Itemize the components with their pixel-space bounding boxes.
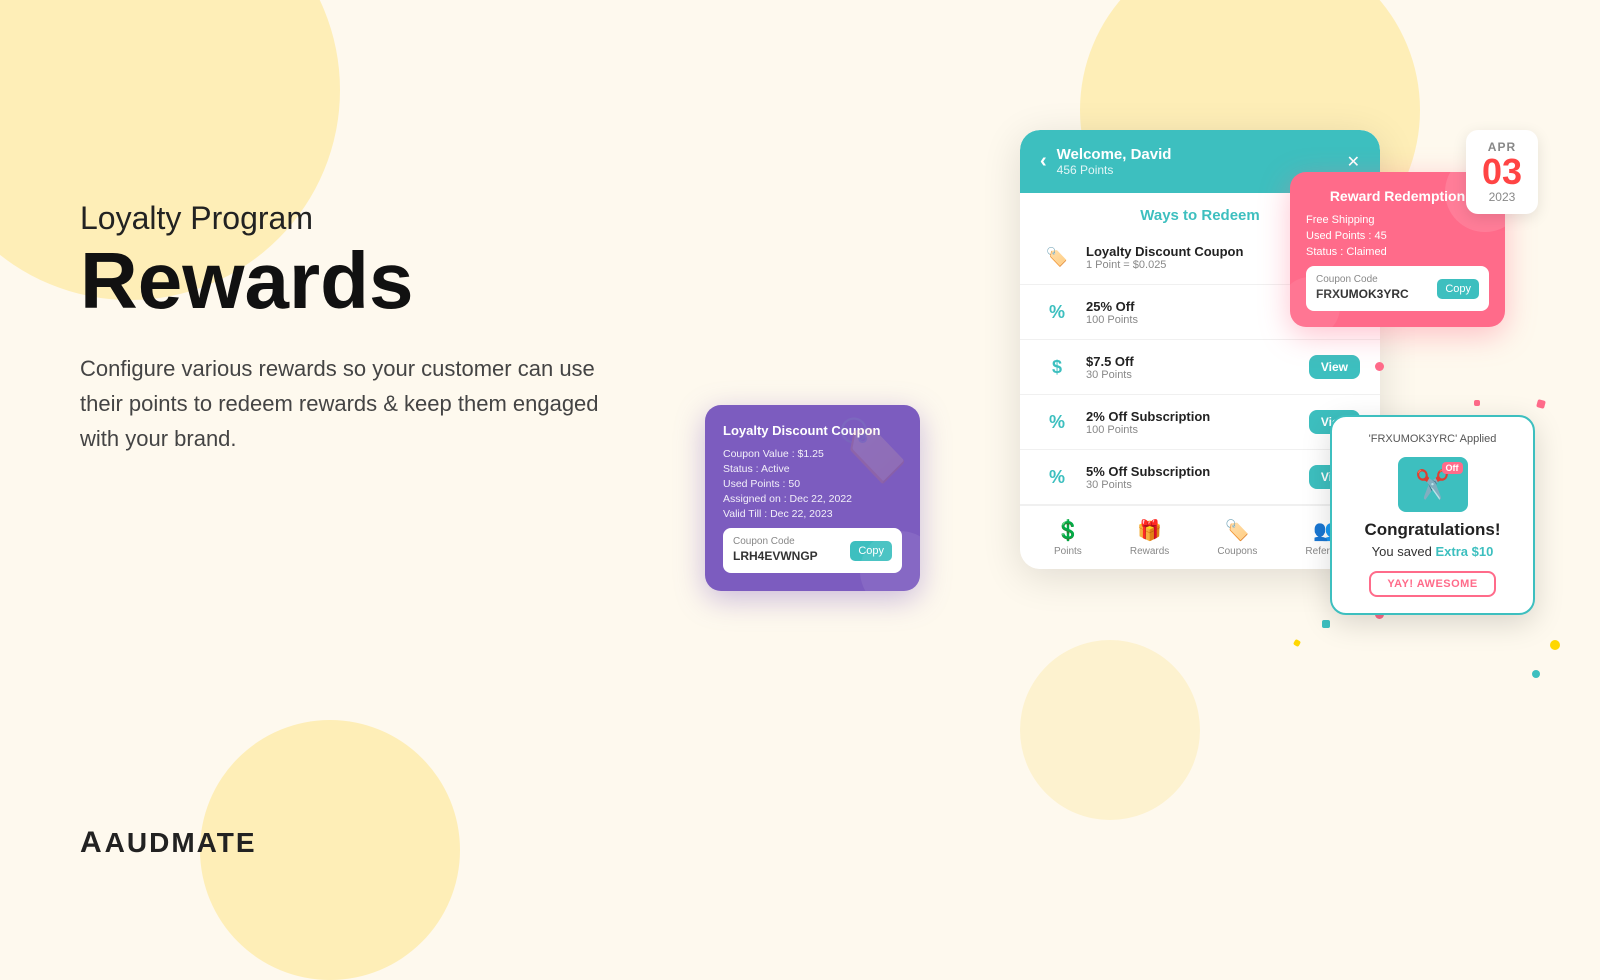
coupon-card: 🏷️ Loyalty Discount Coupon Coupon Value … (705, 405, 920, 591)
congrats-card: 'FRXUMOK3YRC' Applied ✂️ Off Congratulat… (1330, 415, 1535, 615)
reward-sub-4: 100 Points (1086, 424, 1297, 436)
rewards-nav-icon: 🎁 (1137, 518, 1162, 543)
logo: AAUDMATE (80, 826, 257, 860)
close-button[interactable]: ✕ (1347, 152, 1360, 172)
reward-name-4: 2% Off Subscription (1086, 409, 1297, 424)
reward-info-2: 25% Off 100 Points (1086, 299, 1297, 326)
subtitle: Loyalty Program (80, 200, 680, 237)
reward-info-5: 5% Off Subscription 30 Points (1086, 464, 1297, 491)
reward-icon-2: % (1040, 295, 1074, 329)
date-year: 2023 (1482, 190, 1522, 204)
reward-item-5: % 5% Off Subscription 30 Points View (1020, 450, 1380, 505)
coupon-graphic: ✂️ Off (1398, 457, 1468, 512)
reward-sub-2: 100 Points (1086, 314, 1297, 326)
logo-text: AAUDMATE (80, 827, 257, 858)
coupon-detail-5: Valid Till : Dec 22, 2023 (723, 508, 902, 520)
reward-item-3: $ $7.5 Off 30 Points View (1020, 340, 1380, 395)
description: Configure various rewards so your custom… (80, 351, 640, 457)
reward-sub-1: 1 Point = $0.025 (1086, 259, 1296, 271)
left-section: Loyalty Program Rewards Configure variou… (80, 200, 680, 457)
reward-item-4: % 2% Off Subscription 100 Points View (1020, 395, 1380, 450)
reward-icon-3: $ (1040, 350, 1074, 384)
confetti-7 (1532, 670, 1540, 678)
view-button-3[interactable]: View (1309, 355, 1360, 379)
coupon-detail-4: Assigned on : Dec 22, 2022 (723, 493, 902, 505)
dot-1 (1375, 362, 1384, 371)
yay-button[interactable]: YAY! AWESOME (1369, 571, 1495, 597)
date-day: 03 (1482, 154, 1522, 190)
reward-info-3: $7.5 Off 30 Points (1086, 354, 1297, 381)
reward-icon-5: % (1040, 460, 1074, 494)
coupon-graphic-inner: ✂️ Off (1398, 457, 1468, 512)
widget-nav: 💲 Points 🎁 Rewards 🏷️ Coupons 👥 Referral… (1020, 505, 1380, 569)
reward-info-1: Loyalty Discount Coupon 1 Point = $0.025 (1086, 244, 1296, 271)
confetti-8 (1474, 400, 1480, 406)
reward-info-4: 2% Off Subscription 100 Points (1086, 409, 1297, 436)
coupon-inner-value: LRH4EVWNGP (733, 549, 818, 563)
coupon-deco: 🏷️ (835, 415, 910, 486)
rewards-nav-label: Rewards (1130, 546, 1169, 557)
coupons-nav-label: Coupons (1217, 546, 1257, 557)
copy-coupon-button[interactable]: Copy (1437, 279, 1479, 299)
reward-sub-3: 30 Points (1086, 369, 1297, 381)
coupon-inner-label: Coupon Code (733, 536, 818, 547)
congrats-title: Congratulations! (1348, 520, 1517, 540)
nav-coupons[interactable]: 🏷️ Coupons (1217, 518, 1257, 557)
saved-text: You saved Extra $10 (1348, 544, 1517, 559)
reward-icon-1: 🏷️ (1040, 240, 1074, 274)
points-nav-icon: 💲 (1055, 518, 1080, 543)
applied-label: 'FRXUMOK3YRC' Applied (1348, 433, 1517, 445)
redemption-detail-2: Used Points : 45 (1306, 230, 1489, 242)
points-nav-label: Points (1054, 546, 1082, 557)
nav-rewards[interactable]: 🎁 Rewards (1130, 518, 1169, 557)
reward-sub-5: 30 Points (1086, 479, 1297, 491)
coupons-nav-icon: 🏷️ (1225, 518, 1250, 543)
widget-header-left: ‹ Welcome, David 456 Points (1040, 146, 1171, 177)
coupon-code-inner: Coupon Code LRH4EVWNGP (733, 536, 818, 565)
reward-name-2: 25% Off (1086, 299, 1297, 314)
nav-points[interactable]: 💲 Points (1054, 518, 1082, 557)
bg-decoration-4 (1020, 640, 1200, 820)
date-badge: APR 03 2023 (1466, 130, 1538, 214)
welcome-text: Welcome, David (1057, 146, 1172, 163)
confetti-2 (1536, 399, 1546, 409)
reward-icon-4: % (1040, 405, 1074, 439)
points-display: 456 Points (1057, 163, 1172, 177)
off-badge: Off (1442, 462, 1463, 474)
main-title: Rewards (80, 241, 680, 321)
saved-amount: Extra $10 (1436, 544, 1494, 559)
reward-name-1: Loyalty Discount Coupon (1086, 244, 1296, 259)
confetti-4 (1322, 620, 1330, 628)
confetti-3 (1550, 640, 1560, 650)
redemption-detail-3: Status : Claimed (1306, 246, 1489, 258)
coupon-code-label: Coupon Code (1316, 274, 1409, 285)
back-button[interactable]: ‹ (1040, 150, 1047, 173)
confetti-6 (1293, 639, 1301, 647)
header-info: Welcome, David 456 Points (1057, 146, 1172, 177)
reward-name-3: $7.5 Off (1086, 354, 1297, 369)
reward-name-5: 5% Off Subscription (1086, 464, 1297, 479)
